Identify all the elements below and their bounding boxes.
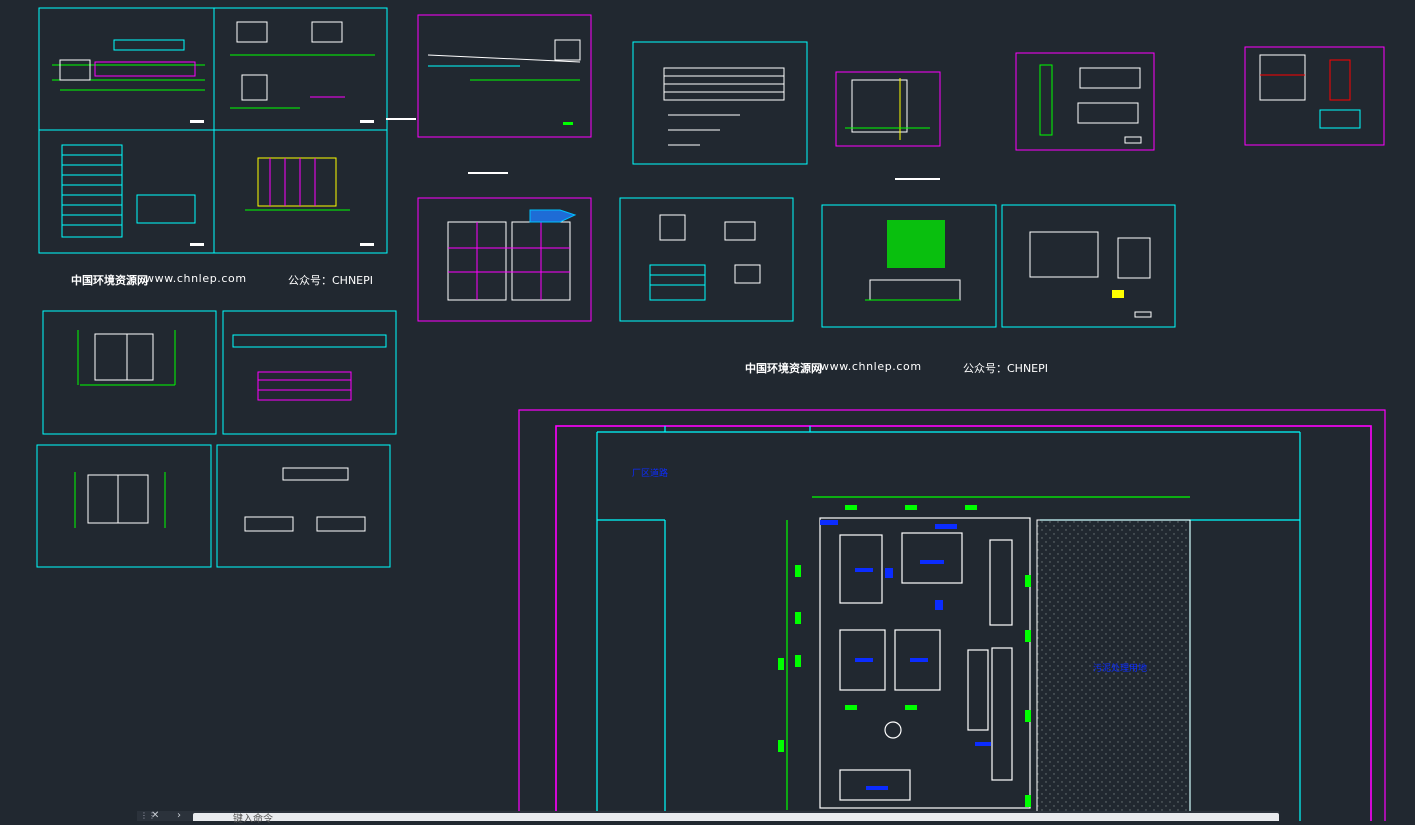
watermark-wechat-2: 公众号：CHNEPI — [963, 362, 1049, 375]
drawing-sheet-13[interactable] — [36, 444, 212, 568]
drawing-sheet-group-1[interactable] — [38, 7, 388, 254]
command-input[interactable]: 键入命令 — [193, 813, 1279, 825]
drawing-sheet-2[interactable] — [417, 14, 592, 138]
title-block-mark — [468, 172, 508, 174]
drawing-sheet-11[interactable] — [42, 310, 217, 435]
title-block-mark — [386, 118, 416, 120]
drawing-sheet-6[interactable] — [1244, 46, 1385, 146]
drawing-sheet-10[interactable] — [1001, 204, 1176, 328]
watermark-url-2: www.chnlep.com — [820, 360, 922, 373]
drawing-sheet-14[interactable] — [216, 444, 391, 568]
watermark-site-2: 中国环境资源网 — [745, 362, 822, 375]
drawing-sheet-4[interactable] — [835, 71, 941, 147]
close-icon[interactable]: ✕ — [151, 811, 159, 821]
dimension-markers — [778, 505, 1031, 807]
chevron-right-icon: › — [177, 810, 181, 821]
drawing-sheet-8[interactable] — [619, 197, 794, 322]
drawing-sheet-7[interactable] — [417, 197, 592, 322]
blue-annotations — [820, 520, 991, 790]
sludge-area-label: 污泥处理用地 — [1093, 664, 1148, 674]
drawing-sheet-9[interactable] — [821, 204, 997, 328]
drawing-sheet-12[interactable] — [222, 310, 397, 435]
command-placeholder: 键入命令 — [233, 814, 273, 825]
command-line-bar: ⋮⋮ ✕ › 键入命令 — [137, 810, 1279, 825]
watermark-url-1: www.chnlep.com — [145, 272, 247, 285]
watermark-site-1: 中国环境资源网 — [71, 274, 148, 287]
site-plan-corner-label: 厂区道路 — [632, 469, 669, 479]
drawing-canvas[interactable] — [0, 0, 1415, 821]
watermark-wechat-1: 公众号：CHNEPI — [288, 274, 374, 287]
drawing-sheet-3[interactable] — [632, 41, 808, 165]
drag-handle-icon[interactable]: ⋮⋮ — [140, 812, 156, 821]
title-block-mark — [895, 178, 940, 180]
drawing-sheet-5[interactable] — [1015, 52, 1155, 151]
